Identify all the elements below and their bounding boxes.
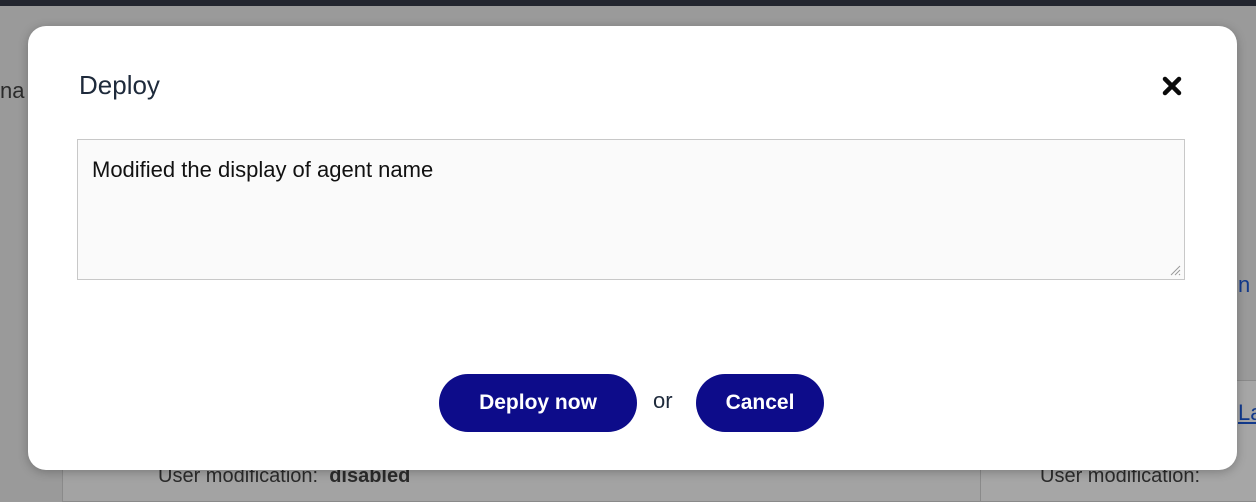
background-link-fragment-2[interactable]: La <box>1238 400 1256 426</box>
deploy-comment-textarea[interactable]: Modified the display of agent name <box>78 140 1184 279</box>
deploy-comment-container: Modified the display of agent name <box>77 139 1185 280</box>
top-bar <box>0 0 1256 6</box>
cancel-button[interactable]: Cancel <box>696 374 824 432</box>
background-link-fragment[interactable]: n <box>1238 272 1250 298</box>
or-separator: or <box>653 388 673 413</box>
resize-handle-icon[interactable] <box>1169 264 1181 276</box>
deploy-now-button[interactable]: Deploy now <box>439 374 637 432</box>
dialog-title: Deploy <box>79 70 160 100</box>
deploy-dialog: Deploy Modified the display of agent nam… <box>28 26 1237 470</box>
close-icon[interactable] <box>1160 74 1184 98</box>
background-heading-fragment: na <box>0 78 25 103</box>
